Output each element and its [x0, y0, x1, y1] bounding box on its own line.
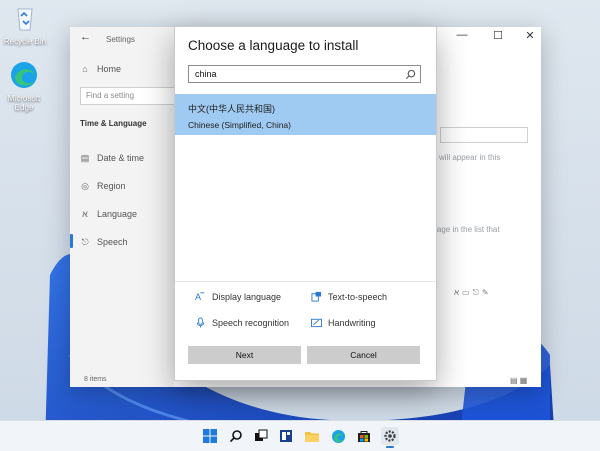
nav-item-language[interactable]: א Language — [80, 209, 137, 219]
maximize-button[interactable]: ☐ — [487, 29, 509, 42]
result-native-name: 中文(中华人民共和国) — [188, 104, 275, 114]
background-text-2: guage in the list that — [428, 225, 500, 234]
edge-taskbar-button[interactable] — [329, 427, 347, 445]
view-toggle-icons[interactable]: ▤ ▦ — [510, 376, 527, 385]
nav-date-time-label: Date & time — [97, 153, 145, 163]
cancel-button[interactable]: Cancel — [307, 346, 420, 364]
result-english-name: Chinese (Simplified, China) — [188, 120, 291, 130]
legend-text-to-speech-label: Text-to-speech — [328, 291, 388, 302]
windows-icon — [203, 429, 217, 443]
choose-language-dialog: Choose a language to install china 中文(中华… — [175, 27, 436, 380]
legend-text-to-speech: Text-to-speech — [311, 291, 387, 302]
language-dropdown[interactable] — [440, 127, 528, 143]
handwriting-icon — [311, 318, 322, 328]
taskbar — [0, 420, 600, 451]
legend-display-language: A Display language — [195, 291, 282, 303]
nav-language-label: Language — [97, 209, 138, 219]
dialog-title: Choose a language to install — [188, 38, 359, 53]
store-button[interactable] — [355, 427, 373, 445]
widgets-icon — [280, 430, 292, 442]
find-setting-input[interactable]: Find a setting — [80, 87, 184, 105]
settings-title: Settings — [106, 35, 135, 44]
language-search-input[interactable]: china — [188, 65, 421, 83]
taskbar-search-button[interactable] — [227, 427, 245, 445]
legend-handwriting-label: Handwriting — [328, 317, 376, 328]
task-view-icon — [255, 429, 268, 441]
desktop-icon-recycle-bin[interactable]: Recycle Bin — [1, 3, 49, 46]
text-to-speech-icon — [311, 291, 322, 302]
find-setting-placeholder: Find a setting — [86, 91, 135, 100]
nav-item-date-time[interactable]: ▤ Date & time — [80, 152, 145, 164]
status-items-count: 8 items — [84, 376, 107, 383]
task-view-button[interactable] — [252, 427, 270, 445]
background-text-1: rer will appear in this — [427, 153, 501, 162]
store-icon — [358, 431, 370, 442]
settings-taskbar-button[interactable] — [381, 427, 399, 448]
home-icon: ⌂ — [82, 64, 88, 74]
calendar-icon: ▤ — [80, 152, 90, 163]
edge-label: Microsoft Edge — [7, 94, 41, 112]
file-explorer-button[interactable] — [303, 427, 321, 445]
nav-speech-label: Speech — [97, 237, 128, 247]
search-icon — [229, 430, 242, 443]
legend-speech-recognition: Speech recognition — [195, 317, 289, 328]
gear-icon — [384, 430, 396, 442]
speech-recognition-icon — [196, 317, 205, 328]
nav-home-label: Home — [97, 64, 122, 74]
search-icon — [405, 69, 416, 80]
nav-item-home[interactable]: ⌂ Home — [80, 64, 121, 74]
recycle-bin-icon — [17, 8, 33, 31]
nav-region-label: Region — [97, 181, 126, 191]
display-language-icon: A — [195, 292, 205, 302]
section-title: Time & Language — [80, 119, 147, 128]
svg-text:A: A — [195, 292, 202, 302]
folder-icon — [305, 432, 319, 442]
close-button[interactable]: ✕ — [519, 29, 541, 42]
start-button[interactable] — [201, 427, 219, 445]
minimize-button[interactable]: — — [451, 29, 473, 41]
globe-icon: ◎ — [81, 180, 89, 191]
nav-item-speech[interactable]: ⎋ Speech — [80, 236, 128, 248]
desktop-icon-edge[interactable]: Microsoft Edge — [0, 60, 48, 112]
recycle-bin-label: Recycle Bin — [3, 37, 47, 46]
microphone-icon: ⎋ — [81, 236, 89, 247]
language-icon: א — [82, 209, 88, 219]
widgets-button[interactable] — [277, 427, 295, 445]
search-value: china — [195, 69, 217, 79]
legend-handwriting: Handwriting — [311, 317, 376, 328]
edge-icon — [11, 62, 37, 88]
legend-display-language-label: Display language — [212, 291, 282, 302]
dialog-divider — [175, 281, 436, 282]
settings-nav-pane: ← Settings ⌂ Home Find a setting Time & … — [70, 27, 184, 387]
language-result-item[interactable]: 中文(中华人民共和国) Chinese (Simplified, China) … — [175, 94, 436, 135]
next-button[interactable]: Next — [188, 346, 301, 364]
back-arrow-icon[interactable]: ← — [80, 31, 91, 43]
edge-icon — [331, 429, 345, 443]
active-nav-indicator — [70, 234, 73, 248]
nav-item-region[interactable]: ◎ Region — [80, 180, 126, 192]
active-app-indicator — [386, 446, 394, 448]
language-features-icons: א▭⎋✎ — [454, 288, 492, 297]
legend-speech-recognition-label: Speech recognition — [212, 317, 290, 328]
